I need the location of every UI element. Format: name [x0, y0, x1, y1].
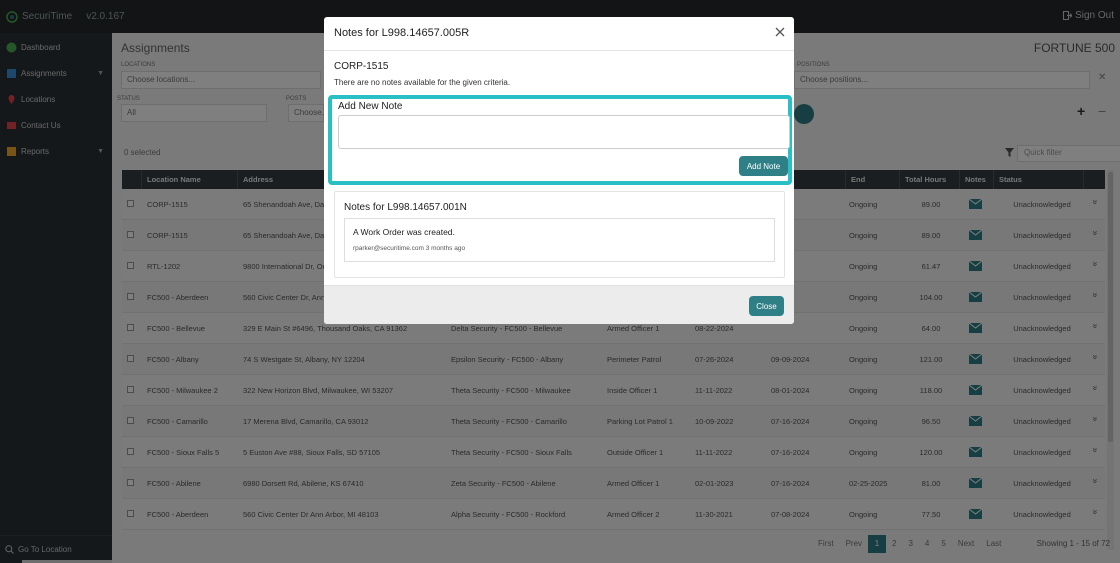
- note-textarea[interactable]: [338, 115, 790, 149]
- modal-title: Notes for L998.14657.005R: [334, 27, 470, 39]
- notes-modal: Notes for L998.14657.005R CORP-1515 Ther…: [324, 17, 794, 324]
- add-note-button[interactable]: Add Note: [739, 156, 788, 176]
- close-button[interactable]: Close: [749, 296, 784, 316]
- note-text: A Work Order was created.: [353, 227, 455, 237]
- add-note-label: Add New Note: [338, 101, 403, 112]
- note-card: A Work Order was created. rparker@securi…: [344, 218, 775, 262]
- previous-notes: Notes for L998.14657.001N A Work Order w…: [334, 191, 785, 278]
- note-meta: rparker@securitime.com 3 months ago: [353, 245, 466, 252]
- no-notes-message: There are no notes available for the giv…: [334, 78, 511, 87]
- close-icon[interactable]: [775, 27, 785, 37]
- previous-notes-title: Notes for L998.14657.001N: [344, 202, 467, 213]
- modal-header: Notes for L998.14657.005R: [324, 17, 794, 51]
- modal-location: CORP-1515: [334, 61, 389, 72]
- add-note-section: Add New Note Add Note: [328, 95, 792, 185]
- modal-footer: Close: [324, 285, 794, 324]
